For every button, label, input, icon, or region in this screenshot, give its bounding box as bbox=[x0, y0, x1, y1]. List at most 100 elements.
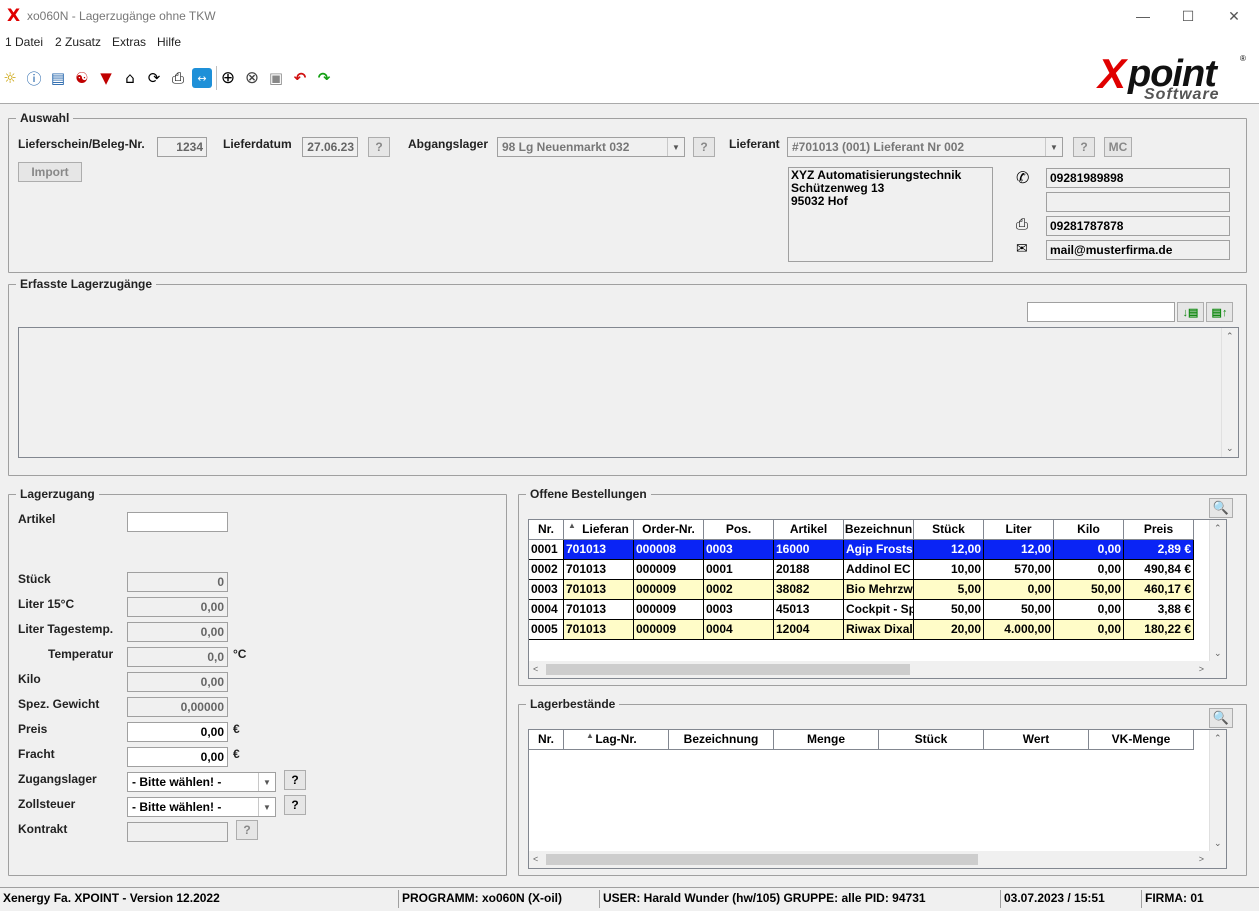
artikel-input[interactable] bbox=[127, 512, 228, 532]
menu-hilfe[interactable]: Hilfe bbox=[157, 35, 181, 49]
column-header[interactable]: VK-Menge bbox=[1089, 730, 1194, 750]
filter-icon[interactable]: ▼ bbox=[96, 68, 116, 88]
bestaende-hscroll[interactable]: < > bbox=[529, 851, 1226, 868]
zoom-icon[interactable]: 🔍 bbox=[1209, 498, 1233, 518]
offene-vscroll[interactable]: ⌃ ⌄ bbox=[1209, 520, 1226, 662]
kilo-field[interactable]: 0,00 bbox=[127, 672, 228, 692]
fracht-input[interactable]: 0,00 bbox=[127, 747, 228, 767]
scroll-right-icon[interactable]: > bbox=[1199, 664, 1204, 674]
kontrakt-help-button[interactable]: ? bbox=[236, 820, 258, 840]
home-icon[interactable]: ⌂ bbox=[120, 68, 140, 88]
import-button[interactable]: Import bbox=[18, 162, 82, 182]
liter15-field[interactable]: 0,00 bbox=[127, 597, 228, 617]
cancel-icon[interactable]: ⊗ bbox=[242, 68, 262, 88]
liter-tagestemp-field[interactable]: 0,00 bbox=[127, 622, 228, 642]
mc-button[interactable]: MC bbox=[1104, 137, 1132, 157]
beleg-field[interactable]: 1234 bbox=[157, 137, 207, 157]
scroll-right-icon[interactable]: > bbox=[1199, 854, 1204, 864]
table-row[interactable]: 0001 701013 000008 0003 16000 Agip Frostso 12,… bbox=[529, 540, 1211, 560]
spez-gewicht-field[interactable]: 0,00000 bbox=[127, 697, 228, 717]
lieferdatum-help-button[interactable]: ? bbox=[368, 137, 390, 157]
column-header[interactable]: Nr. bbox=[529, 520, 564, 540]
redo-icon[interactable]: ↷ bbox=[314, 68, 334, 88]
column-header[interactable]: Preis bbox=[1124, 520, 1194, 540]
lieferant-help-button[interactable]: ? bbox=[1073, 137, 1095, 157]
table-row[interactable]: 0002 701013 000009 0001 20188 Addinol EC 10,00… bbox=[529, 560, 1211, 580]
database-icon[interactable]: ☯ bbox=[72, 68, 92, 88]
column-header[interactable]: Lag-Nr. bbox=[564, 730, 669, 750]
erfasste-search-input[interactable] bbox=[1027, 302, 1175, 322]
column-header[interactable]: Wert bbox=[984, 730, 1089, 750]
table-cell: 16000 bbox=[774, 540, 844, 560]
email-field[interactable]: mail@musterfirma.de bbox=[1046, 240, 1230, 260]
phone2-field[interactable] bbox=[1046, 192, 1230, 212]
add-icon[interactable]: ⊕ bbox=[218, 68, 238, 88]
zugangslager-help-button[interactable]: ? bbox=[284, 770, 306, 790]
menu-extras[interactable]: Extras bbox=[112, 35, 146, 49]
scroll-left-icon[interactable]: < bbox=[533, 664, 538, 674]
zollsteuer-select[interactable]: - Bitte wählen! - ▼ bbox=[127, 797, 276, 817]
menu-datei[interactable]: 1 Datei bbox=[5, 35, 43, 49]
column-header[interactable]: Pos. bbox=[704, 520, 774, 540]
bestaende-table[interactable]: Nr. Lag-Nr. ▲ Bezeichnung Menge Stück Wert VK-M… bbox=[528, 729, 1227, 869]
fax-field[interactable]: 09281787878 bbox=[1046, 216, 1230, 236]
abgangslager-help-button[interactable]: ? bbox=[693, 137, 715, 157]
zoom-icon[interactable]: 🔍 bbox=[1209, 708, 1233, 728]
table-cell: 5,00 bbox=[914, 580, 984, 600]
scroll-up-icon[interactable]: ⌃ bbox=[1214, 523, 1222, 534]
scroll-up-icon[interactable]: ⌃ bbox=[1214, 733, 1222, 744]
scroll-up-icon[interactable]: ⌃ bbox=[1226, 331, 1234, 342]
table-cell: 180,22 € bbox=[1124, 620, 1194, 640]
undo-icon[interactable]: ↶ bbox=[290, 68, 310, 88]
print-icon[interactable]: ⎙ bbox=[168, 68, 188, 88]
column-header[interactable]: Stück bbox=[914, 520, 984, 540]
column-header[interactable]: Artikel bbox=[774, 520, 844, 540]
app-icon: X bbox=[7, 6, 21, 26]
offene-table[interactable]: Nr. Lieferan ▲ Order-Nr. Pos. Artikel Bezeichn… bbox=[528, 519, 1227, 679]
lagerzugang-legend: Lagerzugang bbox=[16, 487, 99, 501]
minimize-button[interactable]: — bbox=[1120, 0, 1166, 32]
refresh-icon[interactable]: ⟳ bbox=[144, 68, 164, 88]
phone-field[interactable]: 09281989898 bbox=[1046, 168, 1230, 188]
table-row[interactable]: 0003 701013 000009 0002 38082 Bio Mehrzw 5,00 0… bbox=[529, 580, 1211, 600]
column-header[interactable]: Bezeichnun bbox=[844, 520, 914, 540]
lightbulb-icon[interactable]: ☼ bbox=[0, 68, 20, 88]
scroll-down-icon[interactable]: ⌄ bbox=[1226, 443, 1234, 454]
offene-hscroll-thumb[interactable] bbox=[546, 664, 910, 675]
book-icon[interactable]: ▤ bbox=[48, 68, 68, 88]
temperatur-field[interactable]: 0,0 bbox=[127, 647, 228, 667]
column-header[interactable]: Kilo bbox=[1054, 520, 1124, 540]
search-down-icon[interactable]: ↓▤ bbox=[1177, 302, 1204, 322]
erfasste-scrollbar[interactable]: ⌃ ⌄ bbox=[1221, 328, 1238, 457]
scroll-down-icon[interactable]: ⌄ bbox=[1214, 838, 1222, 849]
menu-zusatz[interactable]: 2 Zusatz bbox=[55, 35, 101, 49]
column-header[interactable]: Stück bbox=[879, 730, 984, 750]
column-header[interactable]: Liter bbox=[984, 520, 1054, 540]
bestaende-hscroll-thumb[interactable] bbox=[546, 854, 978, 865]
lieferant-select[interactable]: #701013 (001) Lieferant Nr 002 ▼ bbox=[787, 137, 1063, 157]
offene-hscroll[interactable]: < > bbox=[529, 661, 1226, 678]
table-row[interactable]: 0005 701013 000009 0004 12004 Riwax Dixal 20,0… bbox=[529, 620, 1211, 640]
scroll-down-icon[interactable]: ⌄ bbox=[1214, 648, 1222, 659]
lieferdatum-field[interactable]: 27.06.23 bbox=[302, 137, 358, 157]
abgangslager-select[interactable]: 98 Lg Neuenmarkt 032 ▼ bbox=[497, 137, 685, 157]
save-icon[interactable]: ▣ bbox=[266, 68, 286, 88]
zollsteuer-help-button[interactable]: ? bbox=[284, 795, 306, 815]
scroll-left-icon[interactable]: < bbox=[533, 854, 538, 864]
column-header[interactable]: Order-Nr. bbox=[634, 520, 704, 540]
erfasste-list[interactable]: ⌃ ⌄ bbox=[18, 327, 1239, 458]
preis-input[interactable]: 0,00 bbox=[127, 722, 228, 742]
zugangslager-select[interactable]: - Bitte wählen! - ▼ bbox=[127, 772, 276, 792]
stueck-field[interactable]: 0 bbox=[127, 572, 228, 592]
maximize-button[interactable]: ☐ bbox=[1165, 0, 1211, 32]
column-header[interactable]: Menge bbox=[774, 730, 879, 750]
kontrakt-field[interactable] bbox=[127, 822, 228, 842]
column-header[interactable]: Bezeichnung bbox=[669, 730, 774, 750]
close-button[interactable]: ✕ bbox=[1211, 0, 1257, 32]
column-header[interactable]: Nr. bbox=[529, 730, 564, 750]
info-icon[interactable]: ⓘ bbox=[24, 68, 44, 88]
bestaende-vscroll[interactable]: ⌃ ⌄ bbox=[1209, 730, 1226, 852]
search-up-icon[interactable]: ▤↑ bbox=[1206, 302, 1233, 322]
teamviewer-icon[interactable]: ↔ bbox=[192, 68, 212, 88]
table-row[interactable]: 0004 701013 000009 0003 45013 Cockpit - Sp 50,… bbox=[529, 600, 1211, 620]
